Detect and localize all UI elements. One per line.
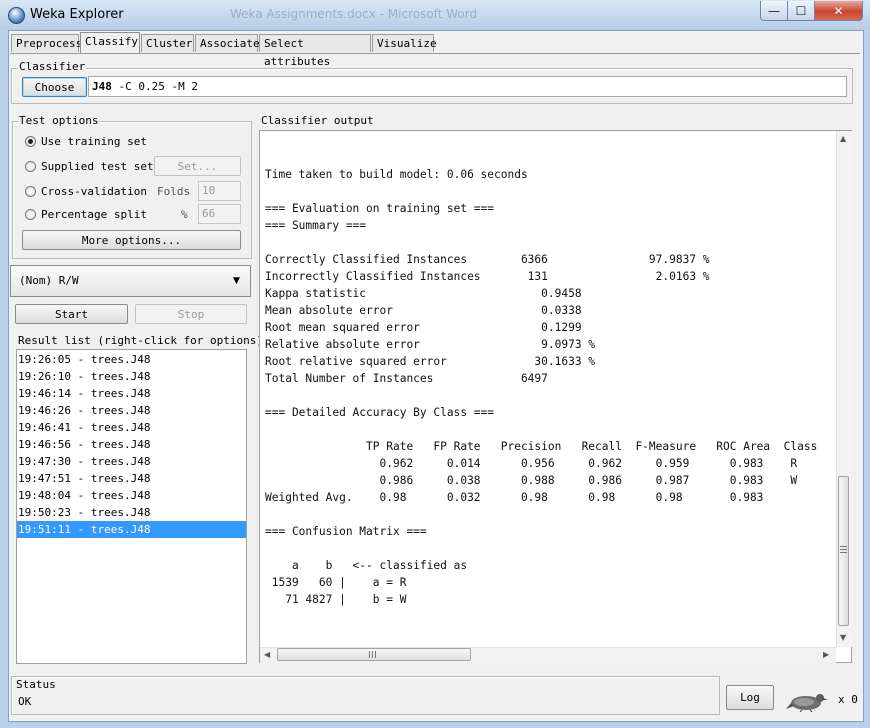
log-button[interactable]: Log	[726, 685, 774, 710]
class-attribute-select[interactable]: (Nom) R/W	[10, 265, 251, 297]
result-list-item[interactable]: 19:46:56 - trees.J48	[17, 436, 246, 453]
cross-validation-radio[interactable]	[25, 186, 36, 197]
percent-label: %	[181, 208, 188, 221]
result-list-item[interactable]: 19:50:23 - trees.J48	[17, 504, 246, 521]
tab-preprocess[interactable]: Preprocess	[11, 34, 82, 52]
classifier-config-field[interactable]: J48 -C 0.25 -M 2	[88, 76, 847, 97]
use-training-set-radio[interactable]	[25, 136, 36, 147]
cross-validation-label: Cross-validation	[41, 185, 147, 198]
classifier-output-label: Classifier output	[261, 114, 374, 127]
folds-label: Folds	[157, 185, 191, 198]
background-window-title: Weka Assignments.docx - Microsoft Word	[230, 7, 478, 21]
result-list-item[interactable]: 19:26:05 - trees.J48	[17, 351, 246, 368]
classifier-output-panel[interactable]: Time taken to build model: 0.06 seconds …	[259, 130, 852, 663]
more-options-button[interactable]: More options...	[22, 230, 241, 250]
result-list-item[interactable]: 19:46:26 - trees.J48	[17, 402, 246, 419]
status-section-label: Status	[16, 678, 56, 691]
class-attribute-value: (Nom) R/W	[19, 274, 79, 287]
classifier-options: -C 0.25 -M 2	[111, 80, 198, 93]
tab-associate[interactable]: Associate	[195, 34, 260, 52]
window-title: Weka Explorer	[30, 7, 124, 22]
classifier-name: J48	[92, 80, 112, 93]
scroll-down-icon[interactable]: ▼	[840, 633, 846, 642]
stop-button[interactable]: Stop	[135, 304, 247, 324]
supplied-test-set-label: Supplied test set	[41, 160, 154, 173]
minimize-button[interactable]: —	[760, 1, 788, 21]
result-list-item[interactable]: 19:47:30 - trees.J48	[17, 453, 246, 470]
result-list-item[interactable]: 19:46:41 - trees.J48	[17, 419, 246, 436]
tab-select-attributes[interactable]: Select attributes	[259, 34, 371, 68]
grip-icon	[369, 651, 378, 658]
weka-bird-icon	[8, 7, 25, 24]
percentage-split-radio[interactable]	[25, 209, 36, 220]
supplied-test-set-radio[interactable]	[25, 161, 36, 172]
result-list-item[interactable]: 19:47:51 - trees.J48	[17, 470, 246, 487]
status-group	[11, 676, 720, 715]
weka-bird-icon	[786, 694, 828, 712]
scroll-right-icon[interactable]: ▶	[823, 650, 829, 659]
task-count: x 0	[838, 693, 858, 706]
scroll-left-icon[interactable]: ◀	[264, 650, 270, 659]
test-options-label: Test options	[18, 114, 100, 127]
close-button[interactable]: ✕	[814, 1, 863, 21]
result-list-item[interactable]: 19:51:11 - trees.J48	[17, 521, 246, 538]
classifier-section-label: Classifier	[18, 60, 87, 73]
chevron-down-icon[interactable]: ▼	[233, 276, 240, 286]
tab-visualize[interactable]: Visualize	[372, 34, 437, 52]
percentage-input[interactable]: 66	[198, 204, 241, 224]
classifier-output-text[interactable]: Time taken to build model: 0.06 seconds …	[265, 166, 817, 608]
result-list-item[interactable]: 19:26:10 - trees.J48	[17, 368, 246, 385]
result-list-item[interactable]: 19:46:14 - trees.J48	[17, 385, 246, 402]
set-test-set-button[interactable]: Set...	[154, 156, 241, 176]
grip-icon	[840, 546, 847, 555]
tab-cluster[interactable]: Cluster	[141, 34, 194, 52]
result-list-item[interactable]: 19:48:04 - trees.J48	[17, 487, 246, 504]
tab-classify[interactable]: Classify	[80, 32, 140, 53]
choose-button[interactable]: Choose	[22, 77, 87, 97]
result-list-label: Result list (right-click for options)	[18, 334, 264, 347]
use-training-set-label: Use training set	[41, 135, 147, 148]
scroll-up-icon[interactable]: ▲	[840, 134, 846, 143]
folds-input[interactable]: 10	[198, 181, 241, 201]
percentage-split-label: Percentage split	[41, 208, 147, 221]
start-button[interactable]: Start	[15, 304, 128, 324]
status-text: OK	[18, 695, 32, 708]
maximize-button[interactable]: ☐	[787, 1, 815, 21]
tab-divider	[10, 53, 860, 54]
